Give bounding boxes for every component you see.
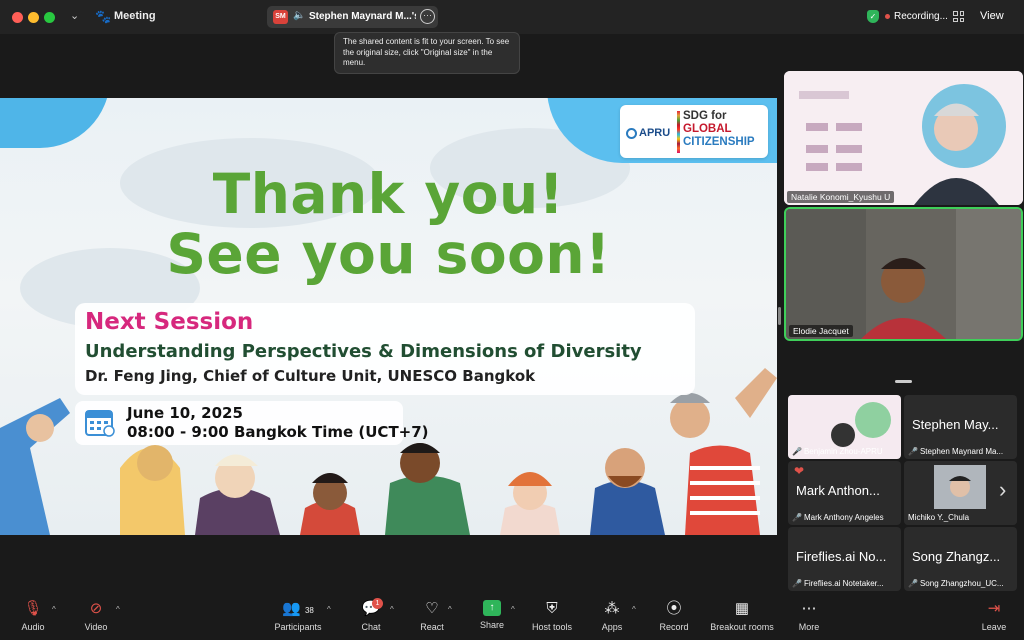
sharer-avatar-badge: SM — [273, 10, 288, 24]
fullscreen-window-button[interactable] — [44, 12, 55, 23]
heart-reaction-icon: ❤ — [794, 464, 805, 478]
apps-icon: ⁂ — [604, 600, 620, 617]
heart-outline-icon: ♡ — [425, 600, 439, 617]
apru-sdg-logo: APRU SDG for GLOBAL CITIZENSHIP — [620, 105, 768, 158]
audio-button[interactable]: 🎙 Audio — [18, 600, 48, 632]
session-time: 08:00 - 9:00 Bangkok Time (UCT+7) — [127, 423, 429, 441]
react-options-caret[interactable]: ^ — [448, 605, 452, 614]
video-tile-benjamin[interactable]: 🎤 Benjamin Zhou-APRU — [788, 395, 901, 459]
share-button[interactable]: ↑ Share — [478, 600, 506, 630]
fit-to-screen-tooltip: The shared content is fit to your screen… — [334, 32, 520, 74]
record-icon: ⦿ — [666, 600, 682, 617]
close-window-button[interactable] — [12, 12, 23, 23]
apru-logo-text: APRU — [639, 127, 671, 139]
chat-button[interactable]: 💬 1 Chat — [358, 598, 384, 632]
session-date: June 10, 2025 — [127, 404, 243, 422]
meeting-title: Meeting — [114, 10, 156, 22]
calendar-icon — [85, 410, 115, 437]
participant-name: Elodie Jacquet — [789, 325, 853, 337]
participant-display-name: Fireflies.ai No... — [796, 549, 887, 564]
chevron-down-icon[interactable]: ⌄ — [70, 9, 79, 22]
participant-display-name: Stephen May... — [912, 417, 999, 432]
meeting-toolbar: 🎙 Audio ^ ⊘ Video ^ 👥 38 Participants ^ … — [0, 596, 1024, 640]
paw-icon: 🐾 — [95, 9, 112, 24]
breakout-rooms-icon: ▦ — [734, 600, 750, 617]
breakout-rooms-button[interactable]: ▦ Breakout rooms — [709, 600, 775, 632]
participant-display-name: Song Zhangz... — [912, 549, 1001, 564]
apps-options-caret[interactable]: ^ — [632, 605, 636, 614]
participant-name: Benjamin Zhou-APRU — [803, 447, 883, 456]
participant-name: Mark Anthony Angeles — [803, 513, 884, 522]
leave-door-icon: ⇥ — [987, 600, 1001, 617]
participant-name: Stephen Maynard Ma... — [919, 447, 1004, 456]
apps-button[interactable]: ⁂ Apps — [600, 600, 624, 632]
share-options-icon[interactable]: ··· — [420, 9, 435, 24]
slide-heading-line1: Thank you! — [212, 162, 565, 226]
audio-options-caret[interactable]: ^ — [52, 605, 56, 614]
speaker-icon: 🔈 — [293, 10, 306, 21]
share-screen-icon: ↑ — [483, 600, 501, 616]
decorative-blob — [0, 98, 110, 148]
participant-video — [784, 71, 1023, 205]
security-shield-icon[interactable]: ✓ — [867, 10, 879, 23]
chat-options-caret[interactable]: ^ — [390, 605, 394, 614]
next-session-label: Next Session — [85, 309, 254, 335]
sharer-name: Stephen Maynard M...'s — [309, 11, 416, 22]
sdg-logo-text: SDG for GLOBAL CITIZENSHIP — [683, 110, 755, 148]
recording-status[interactable]: Recording... — [894, 11, 948, 22]
video-tile-song[interactable]: Song Zhangz... 🎤 Song Zhangzhou_UC... — [904, 527, 1017, 591]
participant-name: Song Zhangzhou_UC... — [919, 579, 1004, 588]
participant-display-name: Mark Anthon... — [796, 483, 880, 498]
session-date-card: June 10, 2025 08:00 - 9:00 Bangkok Time … — [75, 401, 429, 445]
apru-ring-icon — [626, 128, 637, 139]
participant-name: Natalie Konomi_Kyushu U — [787, 191, 895, 203]
next-session-speaker: Dr. Feng Jing, Chief of Culture Unit, UN… — [85, 367, 536, 385]
video-options-caret[interactable]: ^ — [116, 605, 120, 614]
shared-screen-content: APRU SDG for GLOBAL CITIZENSHIP Thank yo… — [0, 98, 777, 535]
title-bar: ⌄ 🐾 Meeting SM 🔈 Stephen Maynard M...'s … — [0, 0, 1024, 34]
host-tools-button[interactable]: ⛨ Host tools — [530, 600, 574, 632]
video-tile-natalie[interactable]: Natalie Konomi_Kyushu U — [784, 71, 1023, 205]
participant-video — [786, 209, 1021, 339]
panel-drag-handle[interactable] — [895, 380, 912, 383]
share-options-caret[interactable]: ^ — [511, 605, 515, 614]
recording-dot-icon — [885, 14, 890, 19]
panel-resize-handle[interactable] — [778, 307, 781, 325]
next-session-topic: Understanding Perspectives & Dimensions … — [85, 341, 642, 362]
leave-button[interactable]: ⇥ Leave — [980, 600, 1008, 632]
camera-off-icon: ⊘ — [89, 600, 103, 617]
slide-heading-line2: See you soon! — [166, 222, 611, 286]
video-tile-fireflies[interactable]: Fireflies.ai No... 🎤 Fireflies.ai Notetak… — [788, 527, 901, 591]
screen-share-indicator[interactable]: SM 🔈 Stephen Maynard M...'s ··· — [267, 6, 438, 28]
video-tile-mark[interactable]: ❤ Mark Anthon... 🎤 Mark Anthony Angeles — [788, 461, 901, 525]
video-tile-stephen[interactable]: Stephen May... 🎤 Stephen Maynard Ma... — [904, 395, 1017, 459]
zoom-meeting-window: ⌄ 🐾 Meeting SM 🔈 Stephen Maynard M...'s … — [0, 0, 1024, 640]
chat-unread-badge: 1 — [372, 598, 383, 609]
video-button[interactable]: ⊘ Video — [80, 600, 112, 632]
participants-icon: 👥 38 — [282, 600, 314, 617]
view-button[interactable]: View — [980, 10, 1004, 22]
participants-button[interactable]: 👥 38 Participants — [272, 600, 324, 632]
minimize-window-button[interactable] — [28, 12, 39, 23]
more-button[interactable]: ⋯ More — [796, 600, 822, 632]
participants-options-caret[interactable]: ^ — [327, 605, 331, 614]
next-page-arrow-icon[interactable]: › — [999, 477, 1006, 503]
next-session-card: Next Session Understanding Perspectives … — [75, 303, 695, 395]
react-button[interactable]: ♡ React — [418, 600, 446, 632]
microphone-muted-icon: 🎙 — [23, 600, 43, 617]
more-dots-icon: ⋯ — [801, 600, 817, 617]
record-button[interactable]: ⦿ Record — [658, 600, 690, 632]
sdg-color-bar — [677, 111, 680, 153]
shield-icon: ⛨ — [546, 600, 558, 617]
gallery-grid-icon[interactable] — [953, 11, 964, 22]
video-tile-elodie[interactable]: Elodie Jacquet — [784, 207, 1023, 341]
participant-name: Michiko Y._Chula — [908, 513, 970, 522]
participant-name: Fireflies.ai Notetaker... — [803, 579, 884, 588]
